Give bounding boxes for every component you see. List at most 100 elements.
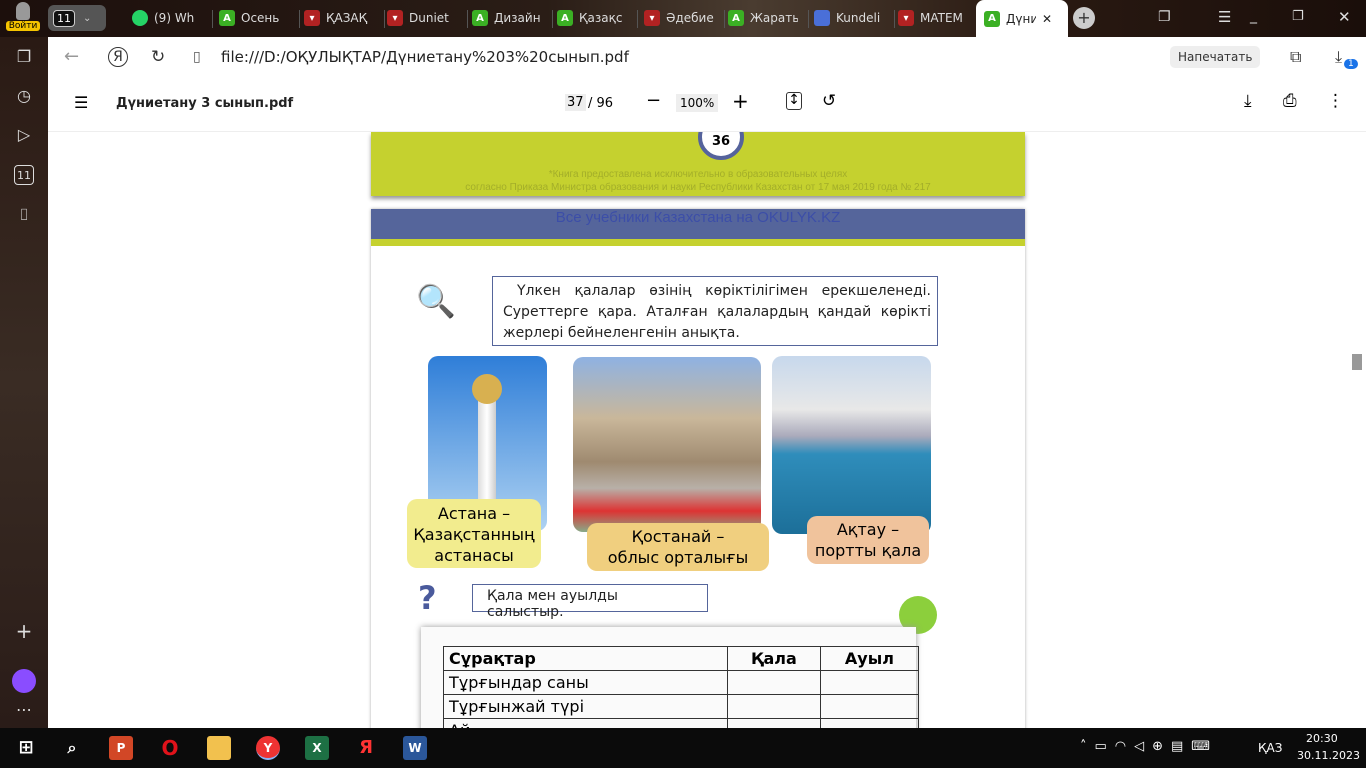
word-icon[interactable]: W <box>403 736 427 760</box>
fit-page-icon[interactable]: ↕ <box>786 92 802 110</box>
tab-10[interactable]: A Дүни ✕ <box>976 0 1068 37</box>
tab-separator <box>384 10 385 28</box>
more-options-icon[interactable]: ⋮ <box>1327 91 1344 111</box>
scrollbar-thumb[interactable] <box>1352 354 1362 370</box>
address-bar: ← Я ↻ ▯ file:///D:/ОҚУЛЫҚТАР/Дүниетану%2… <box>48 37 1366 76</box>
explorer-icon[interactable] <box>207 736 231 760</box>
tab-title: Дүни <box>1006 11 1036 26</box>
tab-title: Қазақс <box>579 11 623 25</box>
screenshot-icon[interactable]: ⌷ <box>14 205 34 225</box>
notice-text: *Книга предоставлена исключительно в обр… <box>371 168 1025 194</box>
zoom-out-button[interactable]: − <box>646 90 661 111</box>
collections-icon[interactable]: ❐ <box>1158 9 1171 25</box>
tab-count: 11 <box>53 9 75 27</box>
taskbar: ⊞ ⌕ P O Y X Я W ˄▭◠◁⊕▤⌨ ҚАЗ 20:30 30.11.… <box>0 728 1366 768</box>
menu-icon[interactable]: ☰ <box>74 93 88 112</box>
close-tab-icon[interactable]: ✕ <box>1042 12 1052 26</box>
tab-1[interactable]: A Осень <box>219 6 293 30</box>
add-icon[interactable]: + <box>14 621 34 641</box>
tab-title: Жарать <box>750 11 798 25</box>
reload-icon[interactable]: ↻ <box>151 47 165 67</box>
print-icon[interactable]: ⎙ <box>1283 91 1297 111</box>
opera-icon[interactable]: O <box>158 736 182 760</box>
search-icon[interactable]: ⌕ <box>60 736 84 760</box>
a-icon: A <box>219 10 235 26</box>
history-icon[interactable]: ◷ <box>14 86 34 106</box>
tab-7[interactable]: A Жарать <box>728 6 802 30</box>
tab-title: Дизайн <box>494 11 541 25</box>
tab-2[interactable]: ▾ ҚАЗАҚ <box>304 6 378 30</box>
play-icon[interactable]: ▷ <box>14 125 34 145</box>
print-button[interactable]: Напечатать <box>1170 45 1261 68</box>
restore-button[interactable]: ❐ <box>1292 9 1304 24</box>
close-window-button[interactable]: ✕ <box>1338 8 1351 26</box>
banner: Все учебники Казахстана на OKULYK.KZ <box>371 209 1025 246</box>
tab-8[interactable]: Kundeli <box>814 6 888 30</box>
tab-6[interactable]: ▾ Әдебие <box>644 6 718 30</box>
zoom-input[interactable]: 100% <box>676 94 719 112</box>
alice-icon[interactable] <box>12 669 36 693</box>
caption-astana: Астана – Қазақстанның астанасы <box>407 499 541 568</box>
downloads-icon[interactable]: ⤓ <box>1335 47 1342 67</box>
magnifier-icon: 🔍 <box>416 282 456 320</box>
pdf-viewer: 36 *Книга предоставлена исключительно в … <box>48 132 1366 728</box>
caption-kostanay: Қостанай – облыс орталығы <box>587 523 769 571</box>
task-box: Қала мен ауылды салыстыр. <box>472 584 708 620</box>
table-cell <box>727 670 821 695</box>
table-cell <box>727 718 821 728</box>
kostanay-photo <box>573 357 761 532</box>
table-cell <box>819 718 920 728</box>
pdf-filename: Дүниетану 3 сынып.pdf <box>116 96 294 111</box>
menu-icon[interactable]: ☰ <box>1218 8 1231 26</box>
tab-4[interactable]: A Дизайн <box>472 6 546 30</box>
tab-5[interactable]: A Қазақс <box>557 6 631 30</box>
tabs-count-icon[interactable]: 11 <box>14 165 34 185</box>
page-number-input[interactable]: 37 <box>565 94 586 111</box>
tab-9[interactable]: ▾ MATEM <box>898 6 972 30</box>
zoom-in-button[interactable]: + <box>732 89 749 113</box>
clock-time[interactable]: 20:30 <box>1306 732 1338 745</box>
collections-icon[interactable]: ❐ <box>14 47 34 67</box>
language-indicator[interactable]: ҚАЗ <box>1258 741 1282 755</box>
minimize-button[interactable]: _ <box>1250 8 1257 24</box>
aktau-photo <box>772 356 931 534</box>
table-row: Тұрғындар саны <box>443 670 920 695</box>
yandex-browser-icon[interactable]: Y <box>256 736 280 760</box>
table-cell <box>819 670 920 695</box>
notice-line: согласно Приказа Министра образования и … <box>465 182 931 193</box>
powerpoint-icon[interactable]: P <box>109 736 133 760</box>
system-tray-icons[interactable]: ˄▭◠◁⊕▤⌨ <box>1080 739 1218 754</box>
row-label: Ай... <box>443 718 728 728</box>
excel-icon[interactable]: X <box>305 736 329 760</box>
yandex-icon[interactable]: Я <box>354 736 378 760</box>
previous-page-footer: 36 *Книга предоставлена исключительно в … <box>371 132 1025 196</box>
start-icon[interactable]: ⊞ <box>14 736 38 760</box>
extensions-icon[interactable]: ⧉ <box>1290 47 1301 67</box>
file-icon: ▯ <box>193 48 201 65</box>
rotate-icon[interactable]: ↺ <box>822 91 836 111</box>
pdf-icon: ▾ <box>898 10 914 26</box>
tab-title: Әдебие <box>666 11 714 25</box>
back-icon[interactable]: ← <box>64 46 79 67</box>
banner-text: Все учебники Казахстана на OKULYK.KZ <box>555 209 841 226</box>
pdf-page: Все учебники Казахстана на OKULYK.KZ 🔍 Ү… <box>371 209 1025 728</box>
comparison-table: Сұрақтар Қала Ауыл Тұрғындар саны Тұрғын… <box>443 646 920 728</box>
header-cell: Қала <box>727 646 821 671</box>
tab-title: Duniet <box>409 11 449 25</box>
tab-group-button[interactable]: 11 ⌄ <box>48 5 106 31</box>
url-field[interactable]: file:///D:/ОҚУЛЫҚТАР/Дүниетану%203%20сын… <box>221 48 629 66</box>
header-cell: Ауыл <box>819 646 920 671</box>
tab-3[interactable]: ▾ Duniet <box>387 6 461 30</box>
tab-separator <box>212 10 213 28</box>
tab-0[interactable]: (9) Wh <box>132 6 206 30</box>
new-tab-button[interactable]: + <box>1073 7 1095 29</box>
profile-button[interactable]: Войти <box>6 2 40 34</box>
download-icon[interactable]: ⤓ <box>1244 91 1252 111</box>
login-label: Войти <box>6 21 40 31</box>
tab-separator <box>894 10 895 28</box>
tab-title: Осень <box>241 11 280 25</box>
clock-date[interactable]: 30.11.2023 <box>1297 749 1360 762</box>
more-icon[interactable]: ⋯ <box>14 700 34 720</box>
yandex-icon[interactable]: Я <box>108 46 128 67</box>
tab-separator <box>299 10 300 28</box>
